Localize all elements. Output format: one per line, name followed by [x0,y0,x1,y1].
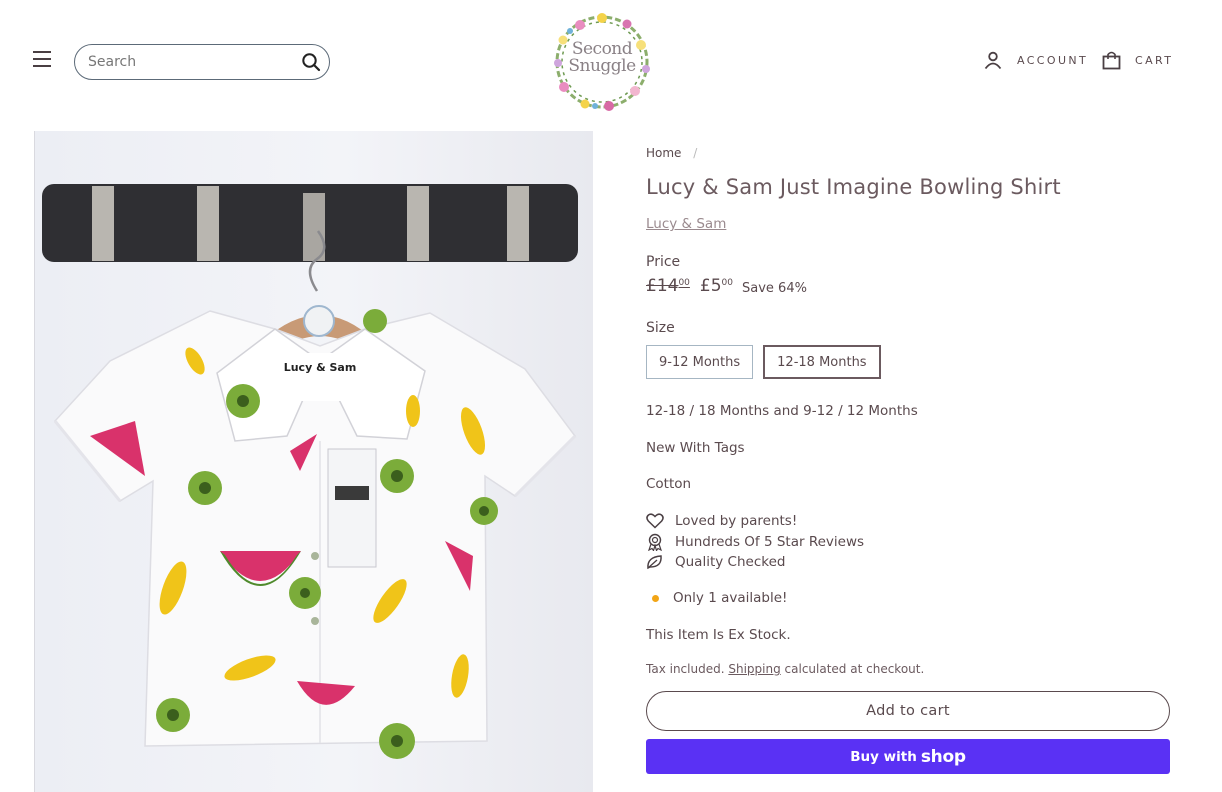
price-row: £1400 £500 Save 64% [646,276,807,296]
shop-pay-logo: shop [920,746,966,767]
size-description: 12-18 / 18 Months and 9-12 / 12 Months [646,403,918,419]
breadcrumb-home[interactable]: Home [646,146,681,160]
breadcrumb-separator: / [693,146,698,160]
site-logo[interactable]: Second Snuggle [547,7,657,117]
feature-reviews: Hundreds Of 5 Star Reviews [646,533,864,551]
account-label: ACCOUNT [1017,53,1089,67]
search-input[interactable] [75,54,285,70]
feature-loved: Loved by parents! [646,513,797,529]
feature-label: Quality Checked [675,554,786,570]
search-icon[interactable] [301,52,321,72]
search-bar [74,44,330,80]
bag-icon [1102,51,1121,70]
compare-at-price: £1400 [646,276,690,296]
material-text: Cotton [646,476,692,492]
size-label: Size [646,320,675,336]
price-label: Price [646,254,681,270]
ex-stock-note: This Item Is Ex Stock. [646,627,791,643]
sale-price: £500 [699,276,733,296]
stock-dot-icon [652,594,659,602]
stock-status: Only 1 available! [646,590,787,606]
size-options: 9-12 Months 12-18 Months [646,345,891,379]
condition-text: New With Tags [646,440,745,456]
size-option-9-12[interactable]: 9-12 Months [646,345,754,379]
buy-with-label: Buy with [850,748,917,765]
logo-text: Second Snuggle [568,39,636,76]
vendor-link[interactable]: Lucy & Sam [646,216,726,232]
shipping-link[interactable]: Shipping [728,662,780,676]
feature-label: Loved by parents! [675,513,798,529]
svg-text:Lucy & Sam: Lucy & Sam [284,361,357,374]
tax-note: Tax included. Shipping calculated at che… [646,662,925,676]
heart-icon [646,513,664,529]
cart-link[interactable]: CART [1102,50,1173,70]
user-icon [984,51,1002,70]
stock-text: Only 1 available! [673,590,788,606]
leaf-icon [647,555,662,570]
product-image[interactable]: Lucy & Sam [34,131,593,792]
breadcrumb: Home / [646,146,697,160]
feature-label: Hundreds Of 5 Star Reviews [675,534,865,550]
shirt-photo: Lucy & Sam [42,184,578,759]
award-icon [648,533,662,551]
site-header: Second Snuggle ACCOUNT CART [0,0,1222,124]
account-link[interactable]: ACCOUNT [983,50,1088,70]
menu-icon[interactable] [33,51,55,71]
cart-label: CART [1135,53,1174,67]
save-badge: Save 64% [742,281,807,296]
buy-with-shop-button[interactable]: Buy with shop [646,739,1170,774]
product-title: Lucy & Sam Just Imagine Bowling Shirt [646,175,1061,199]
size-option-12-18[interactable]: 12-18 Months [763,345,881,379]
add-to-cart-button[interactable]: Add to cart [646,691,1170,731]
feature-quality: Quality Checked [646,554,785,570]
